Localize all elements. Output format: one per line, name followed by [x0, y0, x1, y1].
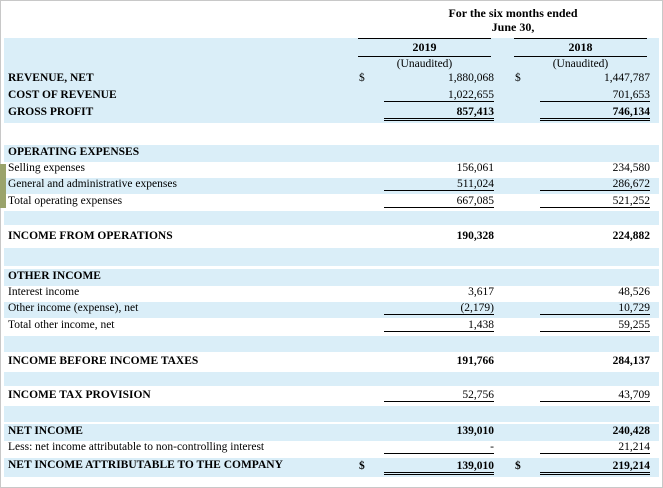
value-2018: 521,252: [540, 195, 650, 208]
row-non-controlling-interest: Less: net income attributable to non-con…: [4, 441, 659, 457]
value-2019: 1,022,655: [384, 89, 494, 102]
spacer-band: [4, 372, 659, 386]
year-2018-header: 2018: [568, 40, 593, 54]
unaudited-2019: (Unaudited): [396, 58, 453, 70]
period-header-line1: For the six months ended: [448, 6, 578, 20]
dollar-sign: $: [359, 72, 365, 84]
row-label: Total operating expenses: [8, 195, 123, 207]
row-label: COST OF REVENUE: [8, 89, 117, 101]
row-label: Less: net income attributable to non-con…: [8, 441, 265, 453]
dollar-sign: $: [359, 460, 365, 472]
row-label: OPERATING EXPENSES: [8, 146, 140, 158]
value-2018: 286,672: [540, 178, 650, 191]
value-2018: 284,137: [612, 355, 650, 367]
value-2019: 156,061: [456, 162, 494, 174]
value-2018: 746,134: [540, 106, 650, 121]
row-income-from-operations: INCOME FROM OPERATIONS 190,328 224,882: [4, 230, 659, 246]
spacer-band: [4, 211, 659, 225]
value-2019: (2,179): [384, 302, 494, 315]
value-2018: 224,882: [612, 230, 650, 242]
value-2018: 240,428: [612, 425, 650, 437]
row-net-income: NET INCOME 139,010 240,428: [4, 424, 659, 441]
row-label: OTHER INCOME: [8, 270, 101, 282]
value-2019: 190,328: [456, 230, 494, 242]
row-label: INCOME FROM OPERATIONS: [8, 230, 173, 242]
value-2018: 48,526: [618, 286, 650, 298]
value-2019: -: [384, 441, 494, 454]
header-rule-2019: [358, 38, 491, 39]
value-2018: 701,653: [540, 89, 650, 102]
unaudited-2018: (Unaudited): [552, 58, 609, 70]
value-2018: 1,447,787: [604, 72, 650, 84]
row-general-admin-expenses: General and administrative expenses 511,…: [4, 178, 659, 194]
value-2019: 139,010: [384, 460, 494, 475]
value-2019: 1,438: [384, 319, 494, 332]
spacer-band: [4, 248, 659, 266]
row-net-income-attributable-company: NET INCOME ATTRIBUTABLE TO THE COMPANY $…: [4, 458, 659, 477]
row-label: Other income (expense), net: [8, 302, 139, 314]
year-2019-header: 2019: [412, 40, 437, 54]
row-revenue: REVENUE, NET $ 1,880,068 $ 1,447,787: [4, 72, 659, 87]
value-2019: 1,880,068: [448, 72, 494, 84]
value-2019: 191,766: [456, 355, 494, 367]
dollar-sign: $: [515, 460, 521, 472]
row-marker-tab: [0, 164, 6, 208]
period-header-line2: June 30,: [491, 20, 535, 34]
value-2018: 21,214: [540, 441, 650, 454]
header-rule-2018: [514, 38, 647, 39]
row-total-operating-expenses: Total operating expenses 667,085 521,252: [4, 195, 659, 211]
row-other-income-heading: OTHER INCOME: [4, 269, 659, 286]
row-gross-profit: GROSS PROFIT 857,413 746,134: [4, 106, 659, 123]
row-label: INCOME BEFORE INCOME TAXES: [8, 355, 199, 367]
row-label: INCOME TAX PROVISION: [8, 389, 151, 401]
value-2018: 219,214: [540, 460, 650, 475]
row-operating-expenses-heading: OPERATING EXPENSES: [4, 145, 659, 162]
value-2019: 857,413: [384, 106, 494, 121]
row-label: Total other income, net: [8, 319, 115, 331]
value-2019: 52,756: [384, 389, 494, 402]
spacer-band: [4, 336, 659, 352]
row-label: NET INCOME: [8, 425, 83, 437]
row-selling-expenses: Selling expenses 156,061 234,580: [4, 162, 659, 178]
row-label: REVENUE, NET: [8, 72, 94, 84]
dollar-sign: $: [515, 72, 521, 84]
value-2018: 234,580: [612, 162, 650, 174]
value-2018: 10,729: [540, 302, 650, 315]
row-total-other-income: Total other income, net 1,438 59,255: [4, 319, 659, 335]
row-label: GROSS PROFIT: [8, 106, 94, 118]
value-2018: 59,255: [540, 319, 650, 332]
row-cost-of-revenue: COST OF REVENUE 1,022,655 701,653: [4, 89, 659, 104]
value-2018: 43,709: [540, 389, 650, 402]
value-2019: 3,617: [468, 286, 494, 298]
row-label: Selling expenses: [8, 162, 85, 174]
row-other-income-net: Other income (expense), net (2,179) 10,7…: [4, 302, 659, 318]
value-2019: 139,010: [456, 425, 494, 437]
spacer-band: [4, 406, 659, 422]
year-rule-2019: [358, 56, 491, 57]
row-label: NET INCOME ATTRIBUTABLE TO THE COMPANY: [8, 459, 283, 471]
row-interest-income: Interest income 3,617 48,526: [4, 286, 659, 302]
value-2019: 667,085: [384, 195, 494, 208]
row-label: General and administrative expenses: [8, 178, 177, 190]
row-income-before-taxes: INCOME BEFORE INCOME TAXES 191,766 284,1…: [4, 355, 659, 371]
row-label: Interest income: [8, 286, 80, 298]
row-income-tax-provision: INCOME TAX PROVISION 52,756 43,709: [4, 389, 659, 405]
value-2019: 511,024: [384, 178, 494, 191]
year-rule-2018: [514, 56, 647, 57]
